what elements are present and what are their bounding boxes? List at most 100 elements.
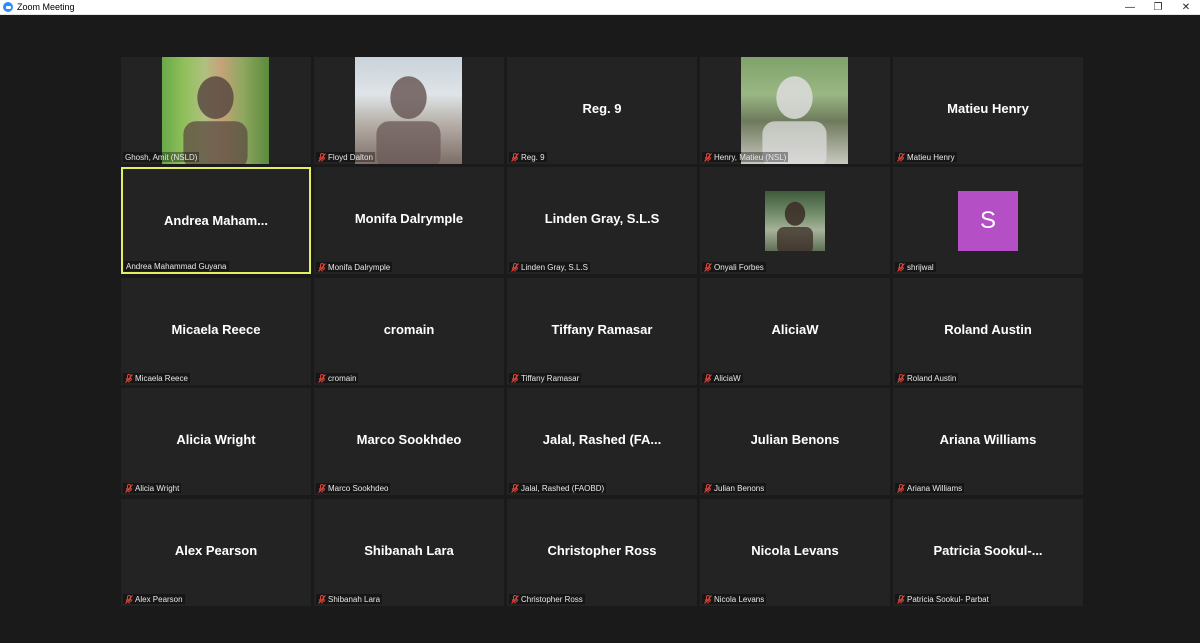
participant-tile-onyali-forbes[interactable]: Onyali Forbes bbox=[700, 167, 890, 274]
muted-microphone-icon bbox=[318, 262, 326, 272]
participant-name-bar: Matieu Henry bbox=[895, 152, 957, 162]
participant-name-label: Alicia Wright bbox=[135, 483, 180, 493]
participant-name-label: Roland Austin bbox=[907, 373, 957, 383]
participant-tile-cromain[interactable]: cromain cromain bbox=[314, 278, 504, 385]
muted-microphone-icon bbox=[704, 594, 712, 604]
participant-name-label: AliciaW bbox=[714, 373, 741, 383]
participant-name-bar: shrijwal bbox=[895, 262, 936, 272]
minimize-button[interactable]: — bbox=[1116, 0, 1144, 14]
participant-display-name: Christopher Ross bbox=[547, 543, 657, 558]
muted-microphone-icon bbox=[897, 152, 905, 162]
participant-name-bar: Floyd Dalton bbox=[316, 152, 375, 162]
participant-tile-nicola-levans[interactable]: Nicola Levans Nicola Levans bbox=[700, 499, 890, 606]
participant-display-name: AliciaW bbox=[771, 322, 819, 337]
participant-name-bar: Julian Benons bbox=[702, 483, 767, 493]
participant-display-name: Matieu Henry bbox=[947, 101, 1029, 116]
participant-tile-alicia-wright[interactable]: Alicia Wright Alicia Wright bbox=[121, 388, 311, 495]
muted-microphone-icon bbox=[511, 373, 519, 383]
participant-display-name: Shibanah Lara bbox=[364, 543, 454, 558]
participant-name-label: Julian Benons bbox=[714, 483, 765, 493]
participant-name-label: Ariana Williams bbox=[907, 483, 963, 493]
muted-microphone-icon bbox=[897, 594, 905, 604]
participant-name-bar: Micaela Reece bbox=[123, 373, 190, 383]
muted-microphone-icon bbox=[511, 594, 519, 604]
participant-display-name: Linden Gray, S.L.S bbox=[544, 211, 660, 226]
participant-tile-floyd-dalton[interactable]: Floyd Dalton bbox=[314, 57, 504, 164]
participant-display-name: Marco Sookhdeo bbox=[356, 432, 462, 447]
muted-microphone-icon bbox=[511, 262, 519, 272]
participant-name-bar: Nicola Levans bbox=[702, 594, 767, 604]
participant-tile-ghosh-amit-nsld[interactable]: Ghosh, Amit (NSLD) bbox=[121, 57, 311, 164]
muted-microphone-icon bbox=[897, 373, 905, 383]
participant-tile-julian-benons[interactable]: Julian Benons Julian Benons bbox=[700, 388, 890, 495]
participant-name-label: shrijwal bbox=[907, 262, 934, 272]
muted-microphone-icon bbox=[125, 594, 133, 604]
muted-microphone-icon bbox=[704, 483, 712, 493]
participant-name-label: Alex Pearson bbox=[135, 594, 183, 604]
avatar: S bbox=[958, 191, 1018, 251]
participant-name-label: Jalal, Rashed (FAOBD) bbox=[521, 483, 605, 493]
participant-tile-ariana-williams[interactable]: Ariana Williams Ariana Williams bbox=[893, 388, 1083, 495]
participant-tile-andrea-mahammad-guyana[interactable]: Andrea Maham... Andrea Mahammad Guyana bbox=[121, 167, 311, 274]
participant-tile-marco-sookhdeo[interactable]: Marco Sookhdeo Marco Sookhdeo bbox=[314, 388, 504, 495]
participant-display-name: Ariana Williams bbox=[939, 432, 1037, 447]
participant-display-name: Tiffany Ramasar bbox=[551, 322, 653, 337]
muted-microphone-icon bbox=[511, 152, 519, 162]
participant-display-name: Monifa Dalrymple bbox=[354, 211, 464, 226]
participant-name-label: cromain bbox=[328, 373, 357, 383]
participant-name-bar: Patricia Sookul- Parbat bbox=[895, 594, 991, 604]
muted-microphone-icon bbox=[318, 152, 326, 162]
window-title: Zoom Meeting bbox=[17, 2, 75, 12]
participant-name-label: Marco Sookhdeo bbox=[328, 483, 389, 493]
participant-name-label: Christopher Ross bbox=[521, 594, 583, 604]
participant-video bbox=[765, 191, 825, 251]
participant-display-name: Nicola Levans bbox=[751, 543, 839, 558]
participant-display-name: Julian Benons bbox=[750, 432, 840, 447]
participant-name-bar: Marco Sookhdeo bbox=[316, 483, 391, 493]
muted-microphone-icon bbox=[318, 373, 326, 383]
participant-display-name: Jalal, Rashed (FA... bbox=[542, 432, 662, 447]
participant-name-bar: Alicia Wright bbox=[123, 483, 182, 493]
participant-name-bar: Monifa Dalrymple bbox=[316, 262, 393, 272]
participant-name-label: Andrea Mahammad Guyana bbox=[126, 261, 227, 271]
window-titlebar: Zoom Meeting — ❐ ✕ bbox=[0, 0, 1200, 15]
participant-tile-shibanah-lara[interactable]: Shibanah Lara Shibanah Lara bbox=[314, 499, 504, 606]
participant-name-bar: Onyali Forbes bbox=[702, 262, 766, 272]
participant-display-name: Roland Austin bbox=[944, 322, 1032, 337]
participant-name-label: Linden Gray, S.L.S bbox=[521, 262, 588, 272]
restore-button[interactable]: ❐ bbox=[1144, 0, 1172, 14]
participant-tile-linden-gray-s-l-s[interactable]: Linden Gray, S.L.S Linden Gray, S.L.S bbox=[507, 167, 697, 274]
muted-microphone-icon bbox=[704, 262, 712, 272]
participant-name-bar: AliciaW bbox=[702, 373, 743, 383]
close-button[interactable]: ✕ bbox=[1172, 0, 1200, 14]
participant-name-bar: Linden Gray, S.L.S bbox=[509, 262, 590, 272]
participant-name-bar: cromain bbox=[316, 373, 359, 383]
muted-microphone-icon bbox=[704, 152, 712, 162]
participant-tile-tiffany-ramasar[interactable]: Tiffany Ramasar Tiffany Ramasar bbox=[507, 278, 697, 385]
muted-microphone-icon bbox=[897, 483, 905, 493]
participant-tile-matieu-henry[interactable]: Matieu Henry Matieu Henry bbox=[893, 57, 1083, 164]
participant-tile-alex-pearson[interactable]: Alex Pearson Alex Pearson bbox=[121, 499, 311, 606]
participant-video bbox=[741, 57, 848, 164]
participant-tile-jalal-rashed-faobd[interactable]: Jalal, Rashed (FA... Jalal, Rashed (FAOBD… bbox=[507, 388, 697, 495]
participant-name-label: Patricia Sookul- Parbat bbox=[907, 594, 989, 604]
muted-microphone-icon bbox=[318, 483, 326, 493]
participant-name-label: Matieu Henry bbox=[907, 152, 955, 162]
participant-tile-henry-matieu-nsl[interactable]: Henry, Matieu (NSL) bbox=[700, 57, 890, 164]
muted-microphone-icon bbox=[125, 483, 133, 493]
participant-name-label: Henry, Matieu (NSL) bbox=[714, 152, 787, 162]
participant-video bbox=[355, 57, 462, 164]
participant-tile-roland-austin[interactable]: Roland Austin Roland Austin bbox=[893, 278, 1083, 385]
participant-tile-christopher-ross[interactable]: Christopher Ross Christopher Ross bbox=[507, 499, 697, 606]
participant-name-label: Nicola Levans bbox=[714, 594, 765, 604]
participant-tile-micaela-reece[interactable]: Micaela Reece Micaela Reece bbox=[121, 278, 311, 385]
participant-name-bar: Henry, Matieu (NSL) bbox=[702, 152, 789, 162]
participant-tile-aliciaw[interactable]: AliciaW AliciaW bbox=[700, 278, 890, 385]
participant-tile-reg-9[interactable]: Reg. 9 Reg. 9 bbox=[507, 57, 697, 164]
muted-microphone-icon bbox=[318, 594, 326, 604]
participant-tile-patricia-sookul-parbat[interactable]: Patricia Sookul-... Patricia Sookul- Parb… bbox=[893, 499, 1083, 606]
zoom-logo-icon bbox=[3, 2, 13, 12]
participant-tile-shrijwal[interactable]: Sshrijwal bbox=[893, 167, 1083, 274]
participant-tile-monifa-dalrymple[interactable]: Monifa Dalrymple Monifa Dalrymple bbox=[314, 167, 504, 274]
participant-name-bar: Jalal, Rashed (FAOBD) bbox=[509, 483, 607, 493]
